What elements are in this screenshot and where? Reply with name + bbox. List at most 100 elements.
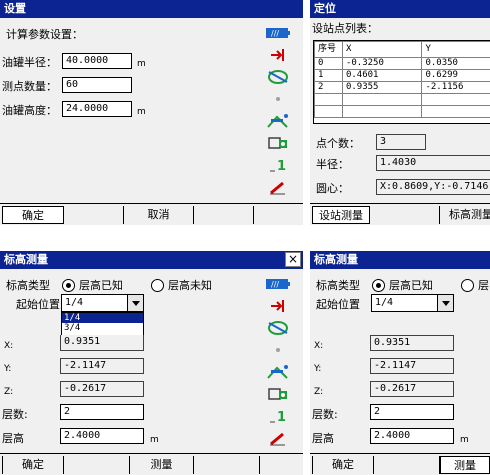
radius-field: 1.4030 bbox=[376, 155, 490, 171]
dot-icon bbox=[262, 339, 294, 361]
z-field: -0.2617 bbox=[370, 381, 454, 397]
y-field: -2.1147 bbox=[370, 358, 454, 374]
height-unit: m bbox=[137, 107, 146, 117]
table-row bbox=[314, 105, 490, 118]
unknown-radio[interactable] bbox=[461, 279, 474, 292]
svg-text:1: 1 bbox=[277, 159, 286, 173]
level-one-icon[interactable]: 1 bbox=[262, 405, 294, 427]
chevron-down-icon[interactable] bbox=[127, 295, 143, 311]
floor-height-label: 层高 bbox=[2, 432, 24, 445]
locate-window: 定位 设站点列表： 序号 X Y 0 -0.3250 0.0350 1 0.46… bbox=[310, 0, 490, 225]
dropdown-option[interactable]: 1/4 bbox=[62, 313, 143, 323]
floor-height-unit: m bbox=[150, 435, 159, 445]
floor-height-unit: m bbox=[460, 435, 469, 445]
type-label: 标高类型 bbox=[316, 279, 360, 292]
known-label: 层高已知 bbox=[389, 279, 433, 292]
bottom-bar: 确定 取消 bbox=[0, 203, 303, 225]
floors-label: 层数: bbox=[2, 408, 28, 421]
measure-button[interactable]: 测量 bbox=[440, 456, 490, 474]
svg-text:///: /// bbox=[271, 29, 279, 38]
stylus-icon[interactable] bbox=[262, 176, 294, 198]
floor-height-input[interactable]: 2.4000 bbox=[60, 428, 144, 444]
unknown-label: 层 bbox=[478, 279, 489, 292]
start-dropdown-list[interactable]: 1/4 3/4 bbox=[61, 312, 144, 336]
start-value: 1/4 bbox=[375, 297, 394, 308]
battery-icon[interactable]: /// bbox=[262, 273, 294, 295]
chevron-down-icon[interactable] bbox=[437, 295, 453, 311]
x-label: X: bbox=[314, 341, 324, 351]
camera-icon[interactable] bbox=[262, 383, 294, 405]
col-index: 序号 bbox=[314, 41, 343, 58]
window-title: 标高测量 bbox=[310, 251, 490, 269]
radius-input[interactable]: 40.0000 bbox=[62, 53, 132, 69]
elevation-window-left: 标高测量 × 标高类型 层高已知 层高未知 起始位置 1/4 1/4 3/4 X… bbox=[0, 251, 303, 475]
ok-button[interactable]: 确定 bbox=[2, 206, 64, 224]
ok-button[interactable]: 确定 bbox=[2, 456, 64, 474]
stylus-icon[interactable] bbox=[262, 427, 294, 449]
elevation-measure-button[interactable]: 标高测量 bbox=[440, 206, 490, 224]
points-input[interactable]: 60 bbox=[62, 77, 132, 93]
type-label: 标高类型 bbox=[6, 279, 50, 292]
dropdown-option[interactable]: 3/4 bbox=[62, 323, 143, 333]
level-one-icon[interactable]: 1 bbox=[262, 154, 294, 176]
instrument-icon[interactable] bbox=[262, 361, 294, 383]
prism-circle-icon[interactable] bbox=[262, 66, 294, 88]
camera-icon[interactable] bbox=[262, 132, 294, 154]
dot-icon bbox=[262, 88, 294, 110]
floors-input[interactable]: 2 bbox=[370, 404, 454, 420]
bottom-spacer bbox=[194, 456, 260, 474]
table-row[interactable]: 1 0.4601 0.6299 bbox=[314, 69, 490, 82]
height-label: 油罐高度： bbox=[2, 104, 57, 117]
target-arrow-icon[interactable] bbox=[262, 295, 294, 317]
battery-icon[interactable]: /// bbox=[262, 22, 294, 44]
prism-circle-icon[interactable] bbox=[262, 317, 294, 339]
known-label: 层高已知 bbox=[79, 279, 123, 292]
table-row[interactable]: 2 0.9355 -2.1156 bbox=[314, 81, 490, 94]
bottom-spacer bbox=[370, 206, 440, 224]
floors-input[interactable]: 2 bbox=[60, 404, 144, 420]
table-row[interactable]: 0 -0.3250 0.0350 bbox=[314, 57, 490, 70]
close-button[interactable]: × bbox=[285, 252, 301, 267]
bottom-spacer bbox=[194, 206, 254, 224]
station-measure-button[interactable]: 设站测量 bbox=[312, 206, 370, 224]
svg-text:1: 1 bbox=[277, 410, 286, 424]
unknown-radio[interactable] bbox=[151, 279, 164, 292]
height-input[interactable]: 24.0000 bbox=[62, 101, 132, 117]
instrument-icon[interactable] bbox=[262, 110, 294, 132]
bottom-bar: 设站测量 标高测量 bbox=[310, 203, 490, 225]
start-label: 起始位置 bbox=[316, 298, 360, 311]
center-field: X:0.8609,Y:-0.7146,Z bbox=[376, 179, 490, 195]
z-label: Z: bbox=[314, 387, 324, 397]
radius-unit: m bbox=[137, 59, 146, 69]
window-title: 设置 bbox=[0, 0, 303, 18]
x-label: X: bbox=[4, 341, 14, 351]
target-arrow-icon[interactable] bbox=[262, 44, 294, 66]
bottom-spacer bbox=[374, 456, 440, 474]
window-title: 定位 bbox=[310, 0, 490, 18]
known-radio[interactable] bbox=[62, 279, 75, 292]
floor-height-label: 层高 bbox=[312, 432, 334, 445]
svg-text:///: /// bbox=[271, 280, 279, 289]
cancel-button[interactable]: 取消 bbox=[124, 206, 194, 224]
start-select[interactable]: 1/4 bbox=[371, 294, 454, 312]
col-x: X bbox=[341, 41, 423, 58]
table-row bbox=[314, 93, 490, 106]
station-list-label: 设站点列表： bbox=[312, 22, 378, 35]
count-label: 点个数： bbox=[316, 137, 360, 150]
col-y: Y bbox=[421, 41, 490, 58]
station-table[interactable]: 序号 X Y 0 -0.3250 0.0350 1 0.4601 0.6299 … bbox=[313, 40, 490, 124]
known-radio[interactable] bbox=[372, 279, 385, 292]
ok-button[interactable]: 确定 bbox=[312, 456, 374, 474]
start-value: 1/4 bbox=[65, 297, 84, 308]
x-field: 0.9351 bbox=[60, 335, 144, 351]
elevation-window-right: 标高测量 标高类型 层高已知 层 起始位置 1/4 X: 0.9351 Y: -… bbox=[310, 251, 490, 475]
points-label: 测点数量： bbox=[2, 80, 57, 93]
unknown-label: 层高未知 bbox=[168, 279, 212, 292]
table-header: 序号 X Y bbox=[314, 41, 490, 58]
y-field: -2.1147 bbox=[60, 358, 144, 374]
bottom-bar: 确定 测量 bbox=[0, 453, 303, 475]
floor-height-input[interactable]: 2.4000 bbox=[370, 428, 454, 444]
start-select[interactable]: 1/4 bbox=[61, 294, 144, 312]
measure-button[interactable]: 测量 bbox=[130, 456, 194, 474]
z-label: Z: bbox=[4, 387, 14, 397]
